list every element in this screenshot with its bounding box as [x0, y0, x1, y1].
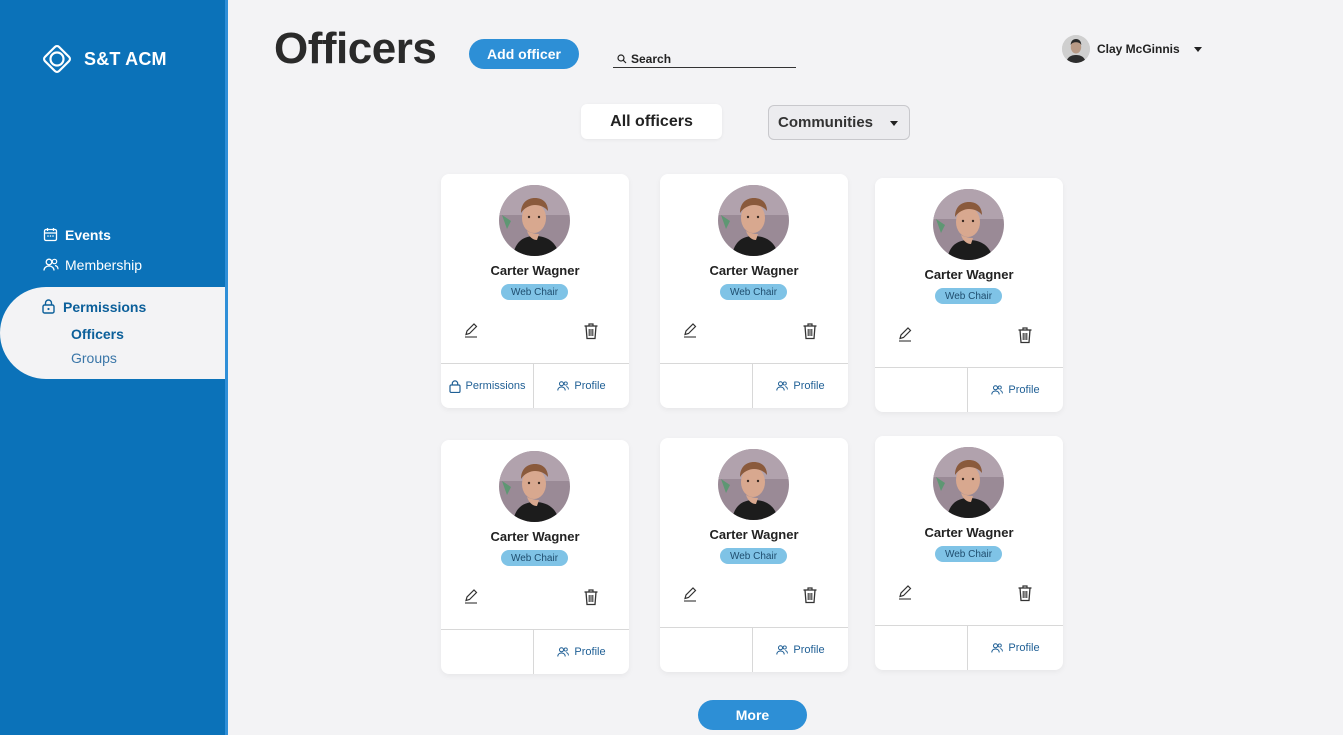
profile-label: Profile: [793, 644, 825, 656]
permissions-panel: Permissions Officers Groups: [0, 287, 225, 379]
officer-name: Carter Wagner: [924, 525, 1014, 540]
users-icon: [42, 256, 59, 273]
lock-icon: [448, 380, 461, 393]
users-icon: [776, 644, 789, 656]
empty-action-cell: [660, 364, 753, 408]
officer-card: Carter Wagner Web Chair Permissions Prof…: [441, 174, 629, 408]
users-icon: [776, 380, 789, 392]
sidebar-item-membership[interactable]: Membership: [42, 256, 142, 273]
role-badge: Web Chair: [501, 284, 568, 300]
profile-label: Profile: [793, 380, 825, 392]
card-footer: Profile: [441, 629, 629, 674]
officer-photo: [718, 185, 789, 256]
profile-button[interactable]: Profile: [753, 628, 848, 672]
trash-icon[interactable]: [1017, 584, 1033, 602]
role-badge: Web Chair: [720, 284, 787, 300]
profile-label: Profile: [1008, 642, 1040, 654]
officer-card: Carter Wagner Web Chair Profile: [660, 174, 848, 408]
sidebar: S&T ACM Events Membership Permissions Of…: [0, 0, 228, 735]
user-menu[interactable]: Clay McGinnis: [1062, 35, 1202, 63]
brand-logo[interactable]: S&T ACM: [40, 42, 167, 76]
profile-button[interactable]: Profile: [968, 626, 1063, 670]
brand-name: S&T ACM: [84, 48, 167, 69]
edit-icon[interactable]: [682, 322, 698, 338]
chevron-down-icon: [890, 121, 898, 126]
edit-icon[interactable]: [897, 326, 913, 342]
page-title: Officers: [274, 24, 437, 73]
permissions-button[interactable]: Permissions: [441, 364, 534, 408]
empty-action-cell: [660, 628, 753, 672]
officer-card: Carter Wagner Web Chair Profile: [441, 440, 629, 674]
trash-icon[interactable]: [583, 322, 599, 340]
role-badge: Web Chair: [935, 288, 1002, 304]
officer-card: Carter Wagner Web Chair Profile: [875, 178, 1063, 412]
profile-label: Profile: [1008, 384, 1040, 396]
officer-name: Carter Wagner: [709, 263, 799, 278]
chevron-down-icon[interactable]: [1193, 46, 1202, 52]
users-icon: [991, 384, 1004, 396]
calendar-icon: [42, 226, 59, 243]
trash-icon[interactable]: [583, 588, 599, 606]
users-icon: [557, 380, 570, 392]
card-footer: Profile: [875, 625, 1063, 670]
sidebar-item-permissions[interactable]: Permissions: [40, 298, 146, 315]
profile-button[interactable]: Profile: [534, 364, 629, 408]
empty-action-cell: [875, 368, 968, 412]
edit-icon[interactable]: [682, 586, 698, 602]
communities-dropdown[interactable]: Communities: [768, 105, 910, 140]
officer-photo: [499, 451, 570, 522]
officer-name: Carter Wagner: [490, 529, 580, 544]
role-badge: Web Chair: [720, 548, 787, 564]
card-footer: Permissions Profile: [441, 363, 629, 408]
card-footer: Profile: [875, 367, 1063, 412]
search-icon: [617, 53, 628, 65]
sidebar-item-label: Permissions: [63, 298, 147, 315]
sidebar-item-label: Events: [65, 226, 111, 243]
users-icon: [991, 642, 1004, 654]
lock-icon: [40, 298, 57, 315]
profile-button[interactable]: Profile: [968, 368, 1063, 412]
logo-icon: [40, 42, 74, 76]
officer-photo: [499, 185, 570, 256]
card-footer: Profile: [660, 627, 848, 672]
profile-button[interactable]: Profile: [534, 630, 629, 674]
sidebar-item-label: Membership: [65, 256, 143, 273]
avatar: [1062, 35, 1090, 63]
search-input[interactable]: [631, 52, 791, 66]
officer-photo: [933, 447, 1004, 518]
trash-icon[interactable]: [1017, 326, 1033, 344]
officer-name: Carter Wagner: [709, 527, 799, 542]
add-officer-button[interactable]: Add officer: [469, 39, 579, 69]
sidebar-item-events[interactable]: Events: [42, 226, 111, 243]
officer-card: Carter Wagner Web Chair Profile: [660, 438, 848, 672]
filter-all-officers[interactable]: All officers: [581, 104, 722, 139]
sidebar-subitem-groups[interactable]: Groups: [71, 350, 117, 366]
officer-name: Carter Wagner: [490, 263, 580, 278]
card-footer: Profile: [660, 363, 848, 408]
edit-icon[interactable]: [463, 588, 479, 604]
users-icon: [557, 646, 570, 658]
role-badge: Web Chair: [501, 550, 568, 566]
role-badge: Web Chair: [935, 546, 1002, 562]
sidebar-subitem-officers[interactable]: Officers: [71, 326, 124, 342]
communities-label: Communities: [778, 114, 874, 131]
officer-photo: [933, 189, 1004, 260]
profile-label: Profile: [574, 646, 606, 658]
more-button[interactable]: More: [698, 700, 807, 730]
officer-card: Carter Wagner Web Chair Profile: [875, 436, 1063, 670]
empty-action-cell: [875, 626, 968, 670]
search-bar[interactable]: [613, 51, 796, 68]
permissions-label: Permissions: [465, 380, 526, 392]
empty-action-cell: [441, 630, 534, 674]
trash-icon[interactable]: [802, 586, 818, 604]
profile-label: Profile: [574, 380, 606, 392]
profile-button[interactable]: Profile: [753, 364, 848, 408]
officer-photo: [718, 449, 789, 520]
trash-icon[interactable]: [802, 322, 818, 340]
edit-icon[interactable]: [897, 584, 913, 600]
officer-name: Carter Wagner: [924, 267, 1014, 282]
edit-icon[interactable]: [463, 322, 479, 338]
user-name: Clay McGinnis: [1097, 42, 1180, 56]
